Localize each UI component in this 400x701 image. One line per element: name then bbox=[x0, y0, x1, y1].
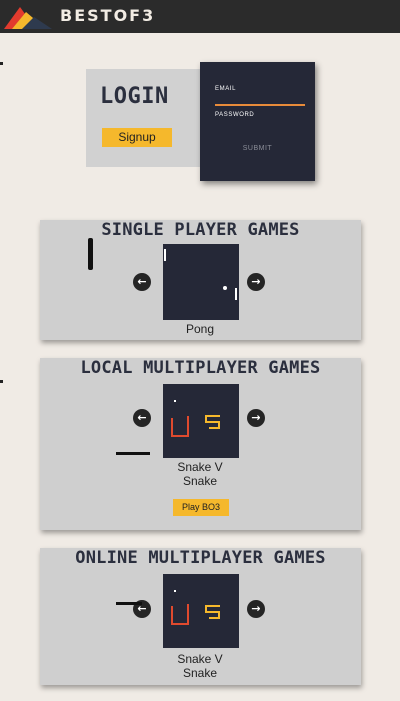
section-title: LOCAL MULTIPLAYER GAMES bbox=[80, 358, 321, 378]
pong-ball bbox=[223, 286, 227, 290]
local-multiplayer-section: LOCAL MULTIPLAYER GAMES ← → Snake V Snak… bbox=[40, 358, 361, 530]
snake-board bbox=[171, 400, 220, 437]
decorative-bar bbox=[88, 238, 93, 270]
arrow-right-icon[interactable]: → bbox=[247, 273, 265, 291]
section-title: SINGLE PLAYER GAMES bbox=[101, 220, 300, 240]
game-title-line1: Snake V bbox=[177, 460, 223, 474]
arrow-right-icon[interactable]: → bbox=[247, 409, 265, 427]
decorative-bar bbox=[116, 602, 142, 605]
top-navbar: BESTOF3 bbox=[0, 0, 400, 33]
password-label: PASSWORD bbox=[215, 112, 255, 118]
login-title: LOGIN bbox=[100, 84, 169, 109]
edge-mark bbox=[0, 380, 3, 383]
snake-board bbox=[171, 590, 220, 625]
section-title: ONLINE MULTIPLAYER GAMES bbox=[75, 548, 326, 568]
game-title-line1: Snake V bbox=[177, 652, 223, 666]
pong-preview[interactable] bbox=[163, 244, 239, 320]
play-bo3-button[interactable]: Play BO3 bbox=[173, 499, 229, 516]
login-form: EMAIL PASSWORD SUBMIT bbox=[200, 62, 315, 181]
signup-button[interactable]: Signup bbox=[102, 128, 172, 147]
game-title-snake: Snake V Snake bbox=[150, 460, 250, 488]
submit-button[interactable]: SUBMIT bbox=[200, 145, 315, 152]
right-paddle bbox=[235, 288, 237, 300]
arrow-right-icon[interactable]: → bbox=[247, 600, 265, 618]
game-title-pong: Pong bbox=[185, 322, 215, 336]
bestof3-logo[interactable] bbox=[2, 3, 54, 31]
email-field[interactable] bbox=[215, 104, 305, 106]
arrow-left-icon[interactable]: ← bbox=[133, 409, 151, 427]
snake-preview[interactable] bbox=[163, 384, 239, 458]
arrow-left-icon[interactable]: ← bbox=[133, 273, 151, 291]
game-title-line2: Snake bbox=[182, 666, 218, 680]
game-title-snake: Snake V Snake bbox=[150, 652, 250, 680]
snake-preview[interactable] bbox=[163, 574, 239, 648]
game-title-line2: Snake bbox=[182, 474, 218, 488]
brand-name[interactable]: BESTOF3 bbox=[60, 6, 155, 25]
left-paddle bbox=[164, 249, 166, 261]
email-label: EMAIL bbox=[215, 86, 237, 92]
decorative-bar bbox=[116, 452, 150, 455]
online-multiplayer-section: ONLINE MULTIPLAYER GAMES ← → Snake V Sna… bbox=[40, 548, 361, 685]
edge-mark bbox=[0, 62, 3, 65]
password-field[interactable] bbox=[215, 120, 305, 130]
